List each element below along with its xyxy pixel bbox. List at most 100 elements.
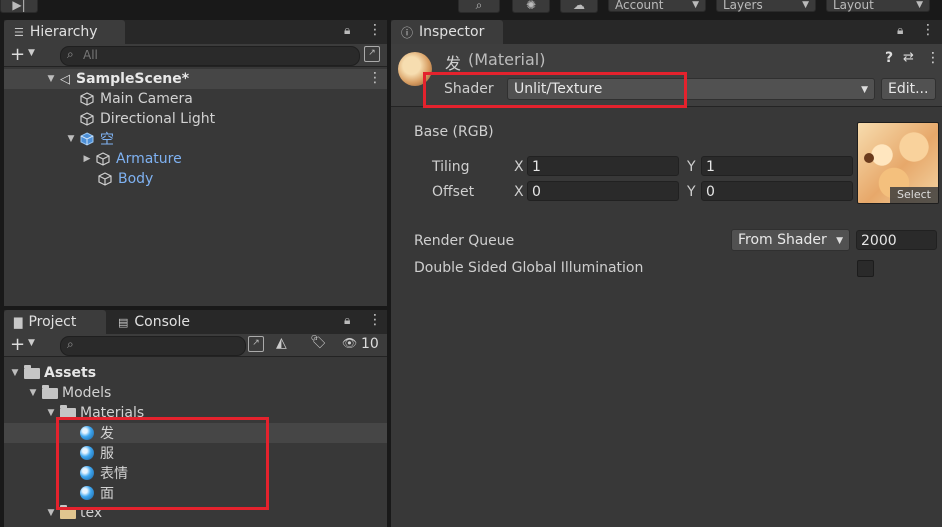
lock-icon[interactable]: 🔒︎	[344, 313, 350, 328]
offset-y-field[interactable]: 0	[701, 181, 853, 201]
main-toolbar: ▶| ⌕ ✺ ☁ Account ▼ Layers ▼ Layout ▼	[0, 0, 942, 16]
tiling-y-field[interactable]: 1	[701, 156, 853, 176]
layout-label: Layout	[833, 0, 874, 12]
gameobject-icon	[98, 172, 112, 186]
shader-dropdown[interactable]: Unlit/Texture ▼	[507, 78, 875, 100]
more-options-icon[interactable]: ⋮	[368, 70, 382, 86]
project-folder-assets[interactable]: ▼ Assets	[4, 363, 387, 383]
search-toolbar-button[interactable]: ⌕	[458, 0, 500, 13]
tab-project[interactable]: ▇ Project	[4, 310, 106, 334]
lock-icon[interactable]: 🔒︎	[344, 23, 350, 38]
collab-button[interactable]: ✺	[512, 0, 550, 13]
search-placeholder: All	[83, 48, 98, 62]
gameobject-icon	[80, 92, 94, 106]
expand-arrow-icon[interactable]: ▼	[66, 134, 76, 144]
prefab-icon	[80, 132, 94, 146]
materials-label: Materials	[80, 405, 145, 421]
render-queue-mode: From Shader	[738, 232, 827, 248]
tiling-y-value: 1	[706, 159, 715, 175]
account-dropdown[interactable]: Account ▼	[608, 0, 706, 12]
models-label: Models	[62, 385, 112, 401]
help-icon[interactable]: ?	[885, 50, 893, 66]
layout-dropdown[interactable]: Layout ▼	[826, 0, 930, 12]
shader-label: Shader	[444, 81, 494, 97]
offset-x-field[interactable]: 0	[527, 181, 679, 201]
texture-slot[interactable]: Select	[857, 122, 939, 204]
tab-console[interactable]: ▤ Console	[108, 310, 208, 334]
step-button[interactable]: ▶|	[0, 0, 38, 13]
hidden-packages-count: 10	[361, 336, 379, 352]
project-search-input[interactable]: ⌕	[60, 336, 246, 356]
tex-label: tex	[80, 505, 103, 521]
project-item-material[interactable]: 发	[4, 423, 387, 443]
render-queue-value-field[interactable]: 2000	[856, 230, 937, 250]
more-options-icon[interactable]: ⋮	[921, 22, 935, 38]
project-item-material[interactable]: 表情	[4, 463, 387, 483]
hidden-packages-icon[interactable]: 👁︎	[342, 336, 357, 350]
tiling-x-field[interactable]: 1	[527, 156, 679, 176]
project-folder-tex[interactable]: ▼ tex	[4, 505, 387, 521]
render-queue-mode-dropdown[interactable]: From Shader ▼	[731, 229, 850, 251]
material-preview-icon	[398, 52, 432, 86]
hierarchy-panel: + ▼ ⌕ All ↗ ▼ ◁ SampleScene* ⋮ Main Came…	[4, 44, 387, 306]
inspector-tab-label: Inspector	[419, 24, 485, 40]
tab-inspector[interactable]: ⓘ Inspector	[391, 20, 503, 44]
hierarchy-item-main-camera[interactable]: Main Camera	[4, 89, 387, 109]
dsgi-checkbox[interactable]	[857, 260, 874, 277]
expand-arrow-icon[interactable]: ▼	[28, 388, 38, 398]
chevron-down-icon: ▼	[692, 0, 699, 10]
filter-by-type-icon[interactable]: ◭	[276, 335, 287, 351]
expand-arrow-icon[interactable]: ▼	[46, 408, 56, 418]
chevron-down-icon[interactable]: ▼	[28, 338, 35, 348]
more-options-icon[interactable]: ⋮	[368, 312, 382, 328]
search-by-type-icon[interactable]: ↗	[364, 46, 380, 62]
project-tabbar: ▇ Project ▤ Console 🔒︎ ⋮	[4, 310, 387, 334]
search-by-type-icon[interactable]: ↗	[248, 336, 264, 352]
texture-select-label: Select	[897, 188, 931, 201]
hierarchy-item-directional-light[interactable]: Directional Light	[4, 109, 387, 129]
material-type: (Material)	[468, 50, 546, 69]
base-rgb-label: Base (RGB)	[414, 124, 494, 140]
dsgi-label: Double Sided Global Illumination	[414, 260, 644, 276]
preset-icon[interactable]: ⇄	[903, 50, 914, 65]
project-folder-models[interactable]: ▼ Models	[4, 383, 387, 403]
material-label: 发	[100, 426, 114, 442]
chevron-down-icon: ▼	[836, 236, 843, 246]
more-options-icon[interactable]: ⋮	[368, 22, 382, 38]
expand-arrow-icon[interactable]: ▼	[46, 74, 56, 84]
more-options-icon[interactable]: ⋮	[926, 50, 940, 66]
inspector-tabbar: ⓘ Inspector 🔒︎ ⋮	[391, 20, 942, 44]
texture-select-button[interactable]: Select	[890, 187, 938, 203]
expand-arrow-icon[interactable]: ▼	[10, 368, 20, 378]
chevron-down-icon[interactable]: ▼	[28, 48, 35, 58]
material-icon	[80, 486, 94, 500]
project-item-material[interactable]: 面	[4, 483, 387, 503]
cloud-button[interactable]: ☁	[560, 0, 598, 13]
layers-dropdown[interactable]: Layers ▼	[716, 0, 816, 12]
tab-hierarchy[interactable]: ☰ Hierarchy	[4, 20, 125, 44]
scene-row[interactable]: ▼ ◁ SampleScene* ⋮	[4, 69, 387, 89]
add-button[interactable]: +	[10, 44, 25, 65]
material-icon	[80, 426, 94, 440]
filter-by-label-icon[interactable]: 🏷︎	[310, 335, 327, 350]
add-button[interactable]: +	[10, 334, 25, 355]
material-label: 服	[100, 446, 114, 462]
collapsed-arrow-icon[interactable]: ▶	[82, 154, 92, 164]
project-item-material[interactable]: 服	[4, 443, 387, 463]
scene-name: SampleScene*	[76, 71, 190, 87]
hierarchy-item-prefab[interactable]: ▼ 空	[4, 129, 387, 149]
hierarchy-tab-label: Hierarchy	[29, 24, 98, 40]
account-label: Account	[615, 0, 664, 12]
expand-arrow-icon[interactable]: ▼	[46, 508, 56, 518]
lock-icon[interactable]: 🔒︎	[897, 23, 903, 38]
project-tab-label: Project	[28, 314, 77, 330]
tiling-x-value: 1	[532, 159, 541, 175]
open-folder-icon	[24, 364, 40, 379]
offset-x-value: 0	[532, 184, 541, 200]
hierarchy-search-input[interactable]: ⌕ All	[60, 46, 360, 66]
project-folder-materials[interactable]: ▼ Materials	[4, 403, 387, 423]
hierarchy-item-armature[interactable]: ▶ Armature	[4, 149, 387, 169]
edit-shader-button[interactable]: Edit...	[881, 78, 936, 100]
chevron-down-icon: ▼	[916, 0, 923, 10]
hierarchy-item-body[interactable]: Body	[4, 169, 387, 189]
